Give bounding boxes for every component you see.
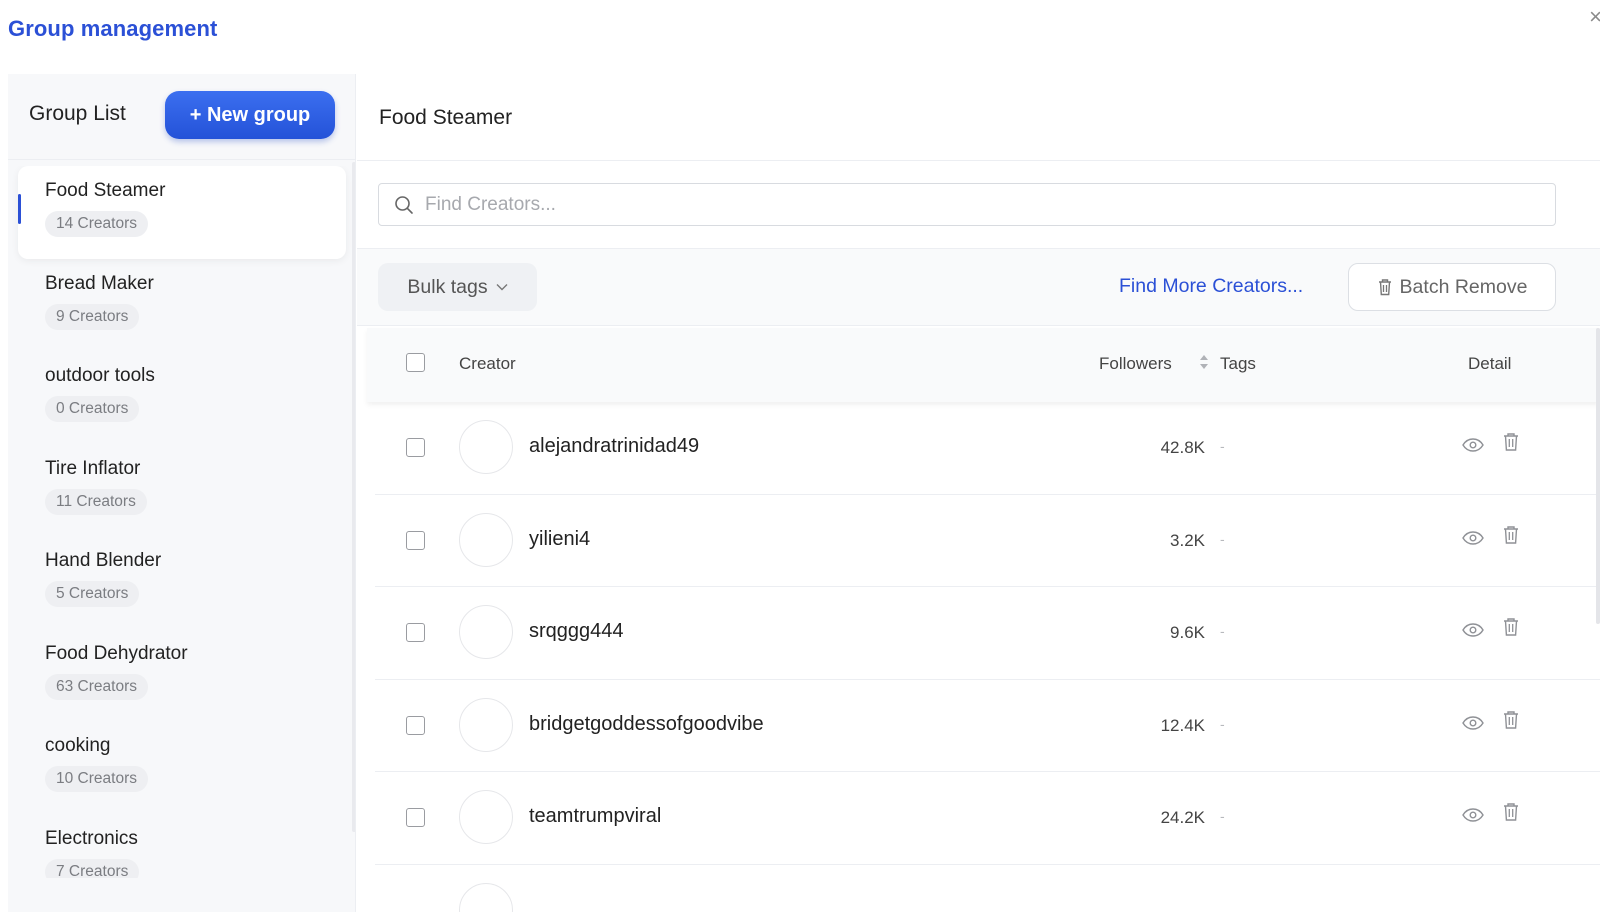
new-group-button[interactable]: + New group	[165, 91, 335, 139]
group-item-hand-blender[interactable]: Hand Blender 5 Creators	[18, 536, 346, 629]
avatar	[459, 697, 513, 752]
group-count-badge: 5 Creators	[45, 581, 140, 607]
sidebar-header: Group List + New group	[8, 74, 355, 160]
creator-name[interactable]: teamtrumpviral	[529, 805, 661, 828]
table-row: teamtrumpviral 24.2K -	[375, 772, 1600, 865]
table-header: Creator Followers Tags Detail	[367, 328, 1600, 402]
toolbar: Bulk tags Find More Creators... Batch Re…	[357, 248, 1600, 326]
sort-icon[interactable]	[1199, 354, 1209, 370]
trash-icon[interactable]	[1502, 432, 1520, 452]
trash-icon	[1377, 278, 1393, 296]
group-item-outdoor-tools[interactable]: outdoor tools 0 Creators	[18, 351, 346, 444]
group-name: Food Dehydrator	[45, 642, 188, 664]
eye-icon[interactable]	[1462, 623, 1484, 637]
row-checkbox[interactable]	[406, 623, 425, 642]
avatar	[459, 420, 513, 474]
avatar	[459, 790, 513, 844]
trash-icon[interactable]	[1502, 802, 1520, 822]
group-count-badge: 63 Creators	[45, 673, 148, 700]
table-row: alejandratrinidad49 42.8K -	[375, 402, 1600, 495]
group-list: Food Steamer 14 Creators Bread Maker 9 C…	[8, 166, 355, 878]
creator-name[interactable]: srqggg444	[529, 620, 624, 643]
group-item-food-dehydrator[interactable]: Food Dehydrator 63 Creators	[18, 629, 346, 722]
followers-count: 42.8K	[1160, 438, 1205, 457]
batch-remove-button[interactable]: Batch Remove	[1348, 263, 1556, 311]
followers-count: 12.4K	[1160, 715, 1205, 735]
column-detail: Detail	[1468, 354, 1512, 373]
followers-count: 3.2K	[1170, 530, 1205, 550]
creator-name[interactable]: bridgetgoddessofgoodvibe	[529, 713, 764, 736]
divider	[357, 160, 1600, 161]
group-count-badge: 11 Creators	[45, 488, 147, 515]
creator-table-body: alejandratrinidad49 42.8K - yilieni4 3.2…	[375, 402, 1600, 912]
column-followers[interactable]: Followers	[1099, 354, 1172, 374]
trash-icon[interactable]	[1502, 525, 1520, 545]
group-item-electronics[interactable]: Electronics 7 Creators	[18, 814, 346, 878]
group-detail-panel: Food Steamer Bulk tags Find More Creator…	[357, 74, 1600, 912]
bulk-tags-dropdown[interactable]: Bulk tags	[378, 263, 537, 311]
select-all-checkbox[interactable]	[406, 353, 425, 372]
tags-value: -	[1220, 715, 1225, 732]
row-checkbox[interactable]	[406, 808, 425, 827]
group-item-cooking[interactable]: cooking 10 Creators	[18, 721, 346, 814]
creator-name[interactable]: yilieni4	[529, 528, 590, 551]
close-icon[interactable]: ×	[1589, 4, 1600, 30]
eye-icon[interactable]	[1462, 715, 1484, 730]
group-list-heading: Group List	[29, 102, 126, 125]
group-name: Tire Inflator	[45, 457, 141, 479]
eye-icon[interactable]	[1462, 530, 1484, 545]
tags-value: -	[1220, 623, 1225, 639]
search-input[interactable]	[425, 193, 1525, 216]
chevron-down-icon	[496, 283, 508, 291]
find-more-creators-link[interactable]: Find More Creators...	[1119, 275, 1303, 298]
group-count-badge: 14 Creators	[45, 211, 148, 237]
group-item-bread-maker[interactable]: Bread Maker 9 Creators	[18, 259, 346, 352]
row-checkbox[interactable]	[406, 438, 425, 457]
group-count-badge: 0 Creators	[45, 396, 140, 422]
group-sidebar: Group List + New group Food Steamer 14 C…	[8, 74, 356, 912]
trash-icon[interactable]	[1502, 710, 1520, 730]
group-name: Hand Blender	[45, 550, 162, 571]
table-row: bridgetgoddessofgoodvibe 12.4K -	[375, 680, 1600, 772]
group-item-food-steamer[interactable]: Food Steamer 14 Creators	[18, 166, 346, 259]
avatar	[459, 605, 513, 659]
group-count-badge: 10 Creators	[45, 766, 148, 792]
column-tags: Tags	[1220, 354, 1256, 373]
group-item-tire-inflator[interactable]: Tire Inflator 11 Creators	[18, 444, 346, 537]
page-title: Group management	[8, 16, 218, 41]
avatar	[459, 882, 513, 912]
selected-group-title: Food Steamer	[379, 106, 513, 129]
batch-remove-label: Batch Remove	[1399, 275, 1528, 298]
table-row	[375, 865, 1600, 912]
row-checkbox[interactable]	[406, 715, 425, 735]
eye-icon[interactable]	[1462, 808, 1484, 822]
tags-value: -	[1220, 808, 1225, 824]
group-count-badge: 9 Creators	[45, 303, 140, 330]
group-count-badge: 7 Creators	[45, 858, 140, 878]
group-name: cooking	[45, 735, 111, 756]
group-name: Food Steamer	[45, 180, 166, 201]
bulk-tags-label: Bulk tags	[407, 275, 488, 298]
group-name: Bread Maker	[45, 272, 154, 294]
followers-count: 9.6K	[1170, 623, 1205, 642]
tags-value: -	[1220, 438, 1225, 454]
table-scrollbar[interactable]	[1596, 328, 1600, 624]
tags-value: -	[1220, 530, 1225, 547]
search-box[interactable]	[378, 183, 1556, 226]
table-row: yilieni4 3.2K -	[375, 495, 1600, 587]
group-name: outdoor tools	[45, 365, 155, 386]
creator-name[interactable]: alejandratrinidad49	[529, 435, 699, 458]
eye-icon[interactable]	[1462, 438, 1484, 452]
avatar	[459, 512, 513, 567]
sidebar-scrollbar[interactable]	[352, 162, 355, 832]
column-creator: Creator	[459, 354, 516, 373]
followers-count: 24.2K	[1160, 808, 1205, 827]
search-icon	[393, 194, 415, 216]
trash-icon[interactable]	[1502, 617, 1520, 637]
group-name: Electronics	[45, 827, 138, 849]
row-checkbox[interactable]	[406, 530, 425, 550]
table-row: srqggg444 9.6K -	[375, 587, 1600, 680]
